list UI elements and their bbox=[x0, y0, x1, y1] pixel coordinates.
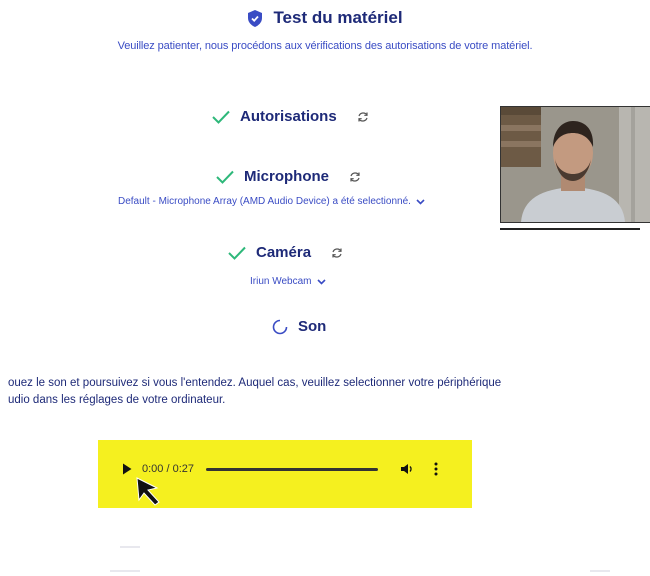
camera-select[interactable]: Iriun Webcam bbox=[250, 276, 326, 287]
check-microphone: Microphone bbox=[216, 168, 361, 185]
refresh-icon[interactable] bbox=[349, 171, 361, 183]
instructions-line-1: ouez le son et poursuivez si vous l'ente… bbox=[8, 377, 502, 389]
divider bbox=[110, 570, 140, 572]
check-icon bbox=[216, 170, 234, 184]
more-vert-icon[interactable] bbox=[434, 462, 438, 476]
sound-instructions: ouez le son et poursuivez si vous l'ente… bbox=[8, 375, 628, 409]
refresh-icon[interactable] bbox=[357, 111, 369, 123]
check-authorizations-label: Autorisations bbox=[240, 108, 337, 125]
check-sound-label: Son bbox=[298, 318, 327, 335]
volume-icon[interactable] bbox=[400, 463, 414, 475]
audio-time: 0:00 / 0:27 bbox=[142, 463, 194, 475]
check-icon bbox=[228, 246, 246, 260]
chevron-down-icon bbox=[316, 278, 326, 285]
check-camera-label: Caméra bbox=[256, 244, 312, 261]
instructions-line-2: udio dans les réglages de votre ordinate… bbox=[8, 394, 226, 406]
check-authorizations: Autorisations bbox=[212, 108, 369, 125]
audio-progress-track[interactable] bbox=[206, 467, 378, 471]
check-microphone-label: Microphone bbox=[244, 168, 329, 185]
microphone-select[interactable]: Default - Microphone Array (AMD Audio De… bbox=[118, 196, 425, 207]
camera-device-label: Iriun Webcam bbox=[250, 276, 312, 287]
check-camera: Caméra bbox=[228, 244, 343, 261]
divider bbox=[590, 570, 610, 572]
page-subtitle: Veuillez patienter, nous procédons aux v… bbox=[117, 40, 533, 52]
webcam-divider bbox=[500, 228, 640, 230]
mouse-cursor-icon bbox=[136, 477, 160, 506]
webcam-image bbox=[501, 107, 650, 222]
chevron-down-icon bbox=[416, 198, 425, 205]
shield-icon bbox=[248, 9, 263, 27]
page-header: Test du matériel bbox=[0, 8, 650, 32]
webcam-preview bbox=[500, 106, 650, 223]
check-icon bbox=[212, 110, 230, 124]
check-sound: Son bbox=[272, 318, 326, 335]
page-title: Test du matériel bbox=[273, 8, 403, 27]
refresh-icon[interactable] bbox=[331, 247, 343, 259]
title-row: Test du matériel bbox=[247, 8, 403, 28]
spinner-icon bbox=[272, 319, 288, 334]
divider bbox=[120, 546, 140, 548]
microphone-device-label: Default - Microphone Array (AMD Audio De… bbox=[118, 196, 411, 207]
play-icon[interactable] bbox=[122, 463, 132, 475]
